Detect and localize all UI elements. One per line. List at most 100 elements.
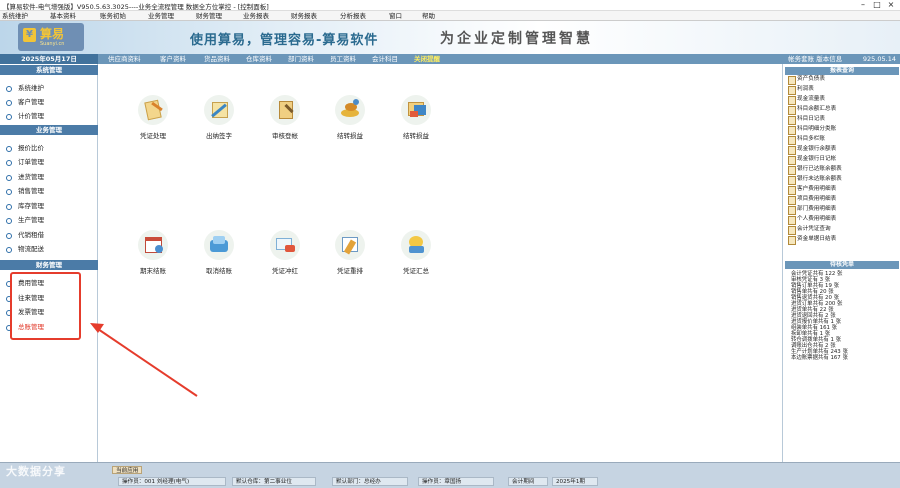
status-tab[interactable]: 当前应用 — [112, 466, 143, 474]
status-operator: 操作员：001 刘经理(电气) — [118, 477, 226, 486]
window-controls: – □ × — [856, 0, 898, 10]
voucher-icon — [138, 95, 168, 125]
status-period-value: 2025年1期 — [552, 477, 598, 486]
tile-label: 凭证冲红 — [272, 267, 298, 275]
current-date: 2025年05月17日 — [0, 54, 98, 64]
status-operator-2: 操作员：章国扬 — [418, 477, 494, 486]
logo-name: 算易 — [40, 27, 65, 41]
menu-accounting-init[interactable]: 账务初始 — [100, 11, 126, 21]
report-link[interactable]: 现金银行日记帐 — [788, 155, 836, 165]
tile-carry-forward-pl[interactable]: 结转损益 — [315, 95, 385, 140]
report-link[interactable]: 银行未达账余额表 — [788, 175, 842, 185]
menu-finance-mgmt[interactable]: 财务管理 — [196, 11, 222, 21]
tile-voucher-renumber[interactable]: 凭证重排 — [315, 230, 385, 275]
report-link[interactable]: 客户费用明细表 — [788, 185, 836, 195]
ledger-icon — [401, 95, 431, 125]
report-link[interactable]: 利润表 — [788, 85, 814, 95]
sidebar: 系统管理 系统维护 客户管理 计价管理 业务管理 报价比价 订单管理 进货管理 … — [0, 64, 98, 462]
tile-label: 结转损益 — [337, 132, 363, 140]
report-link[interactable]: 会计凭证查询 — [788, 225, 831, 235]
sidebar-item-order-mgmt[interactable]: 订单管理 — [6, 157, 44, 167]
tile-label: 出纳签字 — [206, 132, 232, 140]
sidebar-section-finance[interactable]: 财务管理 — [0, 260, 98, 270]
highlight-box — [10, 272, 81, 340]
tile-voucher-reversal[interactable]: 凭证冲红 — [250, 230, 320, 275]
tile-label: 审核登帐 — [272, 132, 298, 140]
sidebar-item-customer-mgmt[interactable]: 客户管理 — [6, 97, 44, 107]
report-link[interactable]: 科目日记表 — [788, 115, 825, 125]
tile-audit-post[interactable]: 审核登帐 — [250, 95, 320, 140]
report-link[interactable]: 科目多栏账 — [788, 135, 825, 145]
todo-header: 待核凭单 — [785, 261, 899, 269]
reversal-icon — [270, 230, 300, 260]
tile-carry-forward-pl-2[interactable]: 结转损益 — [381, 95, 451, 140]
minimize-button[interactable]: – — [856, 0, 870, 10]
right-panel: 报表查询 资产负债表 利润表 现金流量表 科目余额汇总表 科目日记表 科目明细分… — [782, 64, 900, 462]
report-link[interactable]: 部门费用明细表 — [788, 205, 836, 215]
todo-item[interactable]: 本边账票据共有 167 张 — [791, 355, 848, 361]
report-link[interactable]: 科目余额汇总表 — [788, 105, 836, 115]
summary-icon — [401, 230, 431, 260]
sidebar-section-system[interactable]: 系统管理 — [0, 65, 98, 75]
nav-product-data[interactable]: 货品资料 — [204, 54, 230, 64]
tile-label: 结转损益 — [403, 132, 429, 140]
menu-business-mgmt[interactable]: 业务管理 — [148, 11, 174, 21]
menu-basic-data[interactable]: 基本资料 — [50, 11, 76, 21]
sidebar-item-inventory-mgmt[interactable]: 库存管理 — [6, 201, 44, 211]
sidebar-item-production-mgmt[interactable]: 生产管理 — [6, 215, 44, 225]
menu-business-reports[interactable]: 业务报表 — [243, 11, 269, 21]
status-default-warehouse: 默认仓库：第二事业位 — [232, 477, 316, 486]
menu-bar: 系统维护 基本资料 账务初始 业务管理 财务管理 业务报表 财务报表 分析报表 … — [0, 11, 900, 21]
menu-system-maintenance[interactable]: 系统维护 — [2, 11, 28, 21]
tile-cashier-sign[interactable]: 出纳签字 — [184, 95, 254, 140]
sidebar-section-business[interactable]: 业务管理 — [0, 125, 98, 135]
tile-cancel-close[interactable]: 取消结账 — [184, 230, 254, 275]
nav-warehouse-data[interactable]: 仓库资料 — [246, 54, 272, 64]
nav-accounting-subjects[interactable]: 会计科目 — [372, 54, 398, 64]
nav-department-data[interactable]: 部门资料 — [288, 54, 314, 64]
signature-icon — [204, 95, 234, 125]
tile-voucher-summary[interactable]: 凭证汇总 — [381, 230, 451, 275]
report-link[interactable]: 银行已达账余额表 — [788, 165, 842, 175]
account-version-links[interactable]: 帐务套账 版本信息 — [788, 55, 842, 63]
renumber-icon — [335, 230, 365, 260]
report-link[interactable]: 资金单据日结表 — [788, 235, 836, 245]
tile-label: 取消结账 — [206, 267, 232, 275]
version-number: 925.05.14 — [862, 55, 896, 63]
tile-voucher-processing[interactable]: 凭证处理 — [118, 95, 188, 140]
control-panel: 凭证处理 出纳签字 审核登帐 结转损益 结转损益 期末结账 取消结账 凭证冲红 … — [98, 64, 782, 462]
sidebar-item-quote-compare[interactable]: 报价比价 — [6, 143, 44, 153]
sidebar-item-consignment-lease[interactable]: 代销租借 — [6, 230, 44, 240]
quick-nav-bar: 2025年05月17日 供应商资料 客户资料 货品资料 仓库资料 部门资料 员工… — [0, 54, 900, 64]
report-link[interactable]: 现金银行余额表 — [788, 145, 836, 155]
nav-employee-data[interactable]: 员工资料 — [330, 54, 356, 64]
tile-label: 凭证处理 — [140, 132, 166, 140]
nav-close-reminder[interactable]: 关闭提醒 — [414, 54, 440, 64]
banner-slogan-secondary: 为企业定制管理智慧 — [440, 31, 593, 47]
menu-window[interactable]: 窗口 — [389, 11, 402, 21]
sidebar-item-purchase-mgmt[interactable]: 进货管理 — [6, 172, 44, 182]
coins-icon — [335, 95, 365, 125]
tile-period-close[interactable]: 期末结账 — [118, 230, 188, 275]
report-link[interactable]: 项目费用明细表 — [788, 195, 836, 205]
sidebar-item-sales-mgmt[interactable]: 销售管理 — [6, 186, 44, 196]
menu-analysis-reports[interactable]: 分析报表 — [340, 11, 366, 21]
tile-label: 凭证汇总 — [403, 267, 429, 275]
sidebar-item-system-maintenance[interactable]: 系统维护 — [6, 83, 44, 93]
report-link[interactable]: 个人费用明细表 — [788, 215, 836, 225]
sidebar-item-logistics[interactable]: 物流配送 — [6, 244, 44, 254]
report-link[interactable]: 现金流量表 — [788, 95, 825, 105]
menu-help[interactable]: 帮助 — [422, 11, 435, 21]
calendar-icon — [138, 230, 168, 260]
nav-supplier-data[interactable]: 供应商资料 — [108, 54, 141, 64]
menu-finance-reports[interactable]: 财务报表 — [291, 11, 317, 21]
status-bar: 当前应用 操作员：001 刘经理(电气) 默认仓库：第二事业位 默认部门：总经办… — [0, 462, 900, 488]
cancel-close-icon — [204, 230, 234, 260]
report-link[interactable]: 科目明细分类账 — [788, 125, 836, 135]
sidebar-item-pricing-mgmt[interactable]: 计价管理 — [6, 111, 44, 121]
banner-slogan: 使用算易，管理容易-算易软件 — [190, 33, 379, 48]
report-link[interactable]: 资产负债表 — [788, 75, 825, 85]
maximize-button[interactable]: □ — [870, 0, 884, 10]
close-button[interactable]: × — [884, 0, 898, 10]
nav-customer-data[interactable]: 客户资料 — [160, 54, 186, 64]
